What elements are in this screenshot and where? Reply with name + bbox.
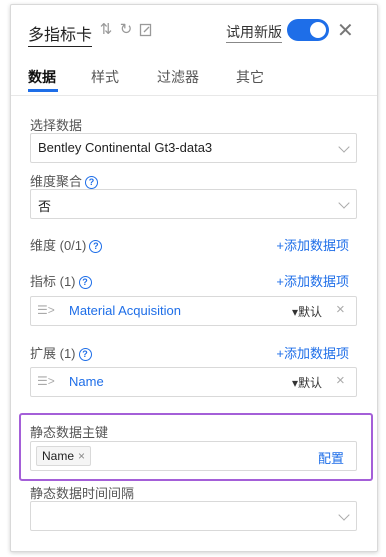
metric-item-name[interactable]: Material Acquisition: [69, 303, 181, 318]
chevron-down-icon: [338, 197, 350, 209]
add-extension-link[interactable]: +添加数据项: [276, 343, 349, 362]
panel-header: 多指标卡 ⇅ ↻ 试用新版 ✕: [11, 5, 377, 55]
dimension-label: 维度 (0/1)?: [30, 235, 103, 254]
toggle-knob: [310, 22, 326, 38]
help-icon[interactable]: ?: [78, 348, 92, 361]
dim-agg-label: 维度聚合?: [30, 171, 99, 190]
settings-panel: 多指标卡 ⇅ ↻ 试用新版 ✕ 数据 样式 过滤器 其它 选择数据 Bentle…: [10, 4, 378, 552]
close-icon[interactable]: ✕: [337, 18, 354, 43]
extension-label: 扩展 (1)?: [30, 343, 92, 362]
remove-metric-icon[interactable]: ×: [336, 301, 345, 318]
chevron-down-icon: [338, 509, 350, 521]
tab-bar: 数据 样式 过滤器 其它: [11, 63, 377, 96]
new-version-toggle[interactable]: [287, 19, 329, 41]
static-interval-label: 静态数据时间间隔: [30, 486, 135, 501]
sort-arrows-icon[interactable]: ⇅: [97, 21, 115, 39]
static-key-field[interactable]: Name × 配置: [30, 441, 357, 471]
static-interval-select[interactable]: [30, 501, 357, 531]
tab-data[interactable]: 数据: [28, 67, 56, 87]
remove-tag-icon[interactable]: ×: [78, 449, 85, 463]
drag-handle-icon[interactable]: ☰>: [37, 374, 55, 388]
extension-agg-dropdown[interactable]: ▾默认: [292, 374, 322, 391]
add-dimension-link[interactable]: +添加数据项: [276, 235, 349, 254]
dim-agg-value: 否: [38, 199, 52, 214]
metric-item: ☰> Material Acquisition ▾默认 ×: [30, 296, 357, 326]
data-select[interactable]: Bentley Continental Gt3-data3: [30, 133, 357, 163]
drag-handle-icon[interactable]: ☰>: [37, 303, 55, 317]
help-icon[interactable]: ?: [85, 176, 99, 189]
data-select-value: Bentley Continental Gt3-data3: [38, 140, 213, 155]
edit-icon[interactable]: [137, 21, 155, 39]
chevron-down-icon: [338, 141, 350, 153]
try-new-version-link[interactable]: 试用新版: [226, 22, 282, 43]
remove-extension-icon[interactable]: ×: [336, 372, 345, 389]
static-key-tag: Name ×: [36, 446, 92, 466]
static-key-label: 静态数据主键: [30, 425, 109, 440]
add-metric-link[interactable]: +添加数据项: [276, 271, 349, 290]
help-icon[interactable]: ?: [89, 240, 103, 253]
tab-other[interactable]: 其它: [236, 67, 264, 87]
panel-title[interactable]: 多指标卡: [28, 21, 93, 47]
metric-agg-dropdown[interactable]: ▾默认: [292, 303, 322, 320]
refresh-icon[interactable]: ↻: [117, 21, 135, 39]
extension-item-name[interactable]: Name: [69, 374, 104, 389]
config-link[interactable]: 配置: [318, 448, 344, 467]
help-icon[interactable]: ?: [78, 276, 92, 289]
metric-label: 指标 (1)?: [30, 271, 92, 290]
data-select-label: 选择数据: [30, 118, 83, 133]
tab-style[interactable]: 样式: [91, 67, 119, 87]
dim-agg-select[interactable]: 否: [30, 189, 357, 219]
extension-item: ☰> Name ▾默认 ×: [30, 367, 357, 397]
tab-filter[interactable]: 过滤器: [157, 67, 199, 87]
active-tab-indicator: [28, 89, 58, 92]
